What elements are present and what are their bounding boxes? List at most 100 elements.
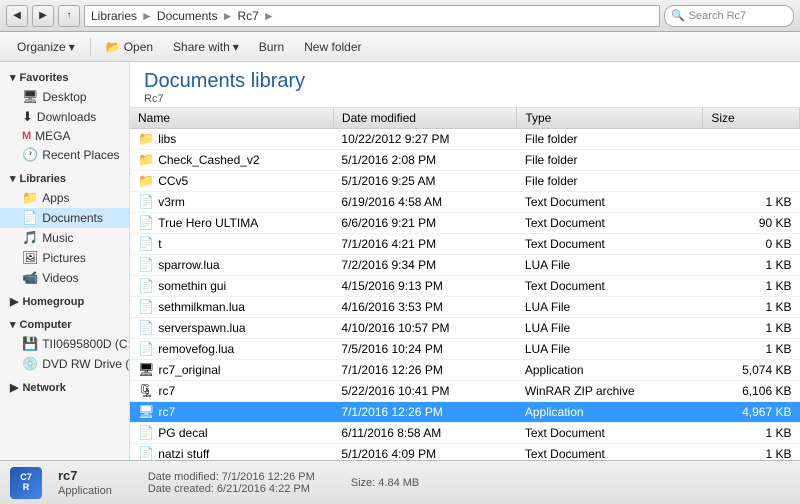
library-sub: Rc7 [144, 93, 786, 105]
table-row[interactable]: 🗜 rc7 5/22/2016 10:41 PM WinRAR ZIP arch… [130, 381, 800, 402]
file-date: 4/10/2016 10:57 PM [333, 318, 516, 339]
file-icon: 📁 [138, 152, 154, 168]
favorites-header[interactable]: ▾ Favorites [0, 68, 129, 87]
sidebar-item-recent-places[interactable]: 🕐 Recent Places [0, 145, 129, 165]
table-header-row: Name Date modified Type Size [130, 108, 800, 129]
sidebar-item-videos[interactable]: 📹 Videos [0, 268, 129, 288]
file-type: Text Document [517, 213, 703, 234]
table-row[interactable]: 📄 serverspawn.lua 4/10/2016 10:57 PM LUA… [130, 318, 800, 339]
file-date: 6/6/2016 9:21 PM [333, 213, 516, 234]
table-row[interactable]: 📄 removefog.lua 7/5/2016 10:24 PM LUA Fi… [130, 339, 800, 360]
share-with-button[interactable]: Share with ▾ [164, 37, 248, 57]
file-size [703, 171, 800, 192]
table-row[interactable]: 📄 sethmilkman.lua 4/16/2016 3:53 PM LUA … [130, 297, 800, 318]
table-row[interactable]: 📁 CCv5 5/1/2016 9:25 AM File folder [130, 171, 800, 192]
file-date: 5/1/2016 4:09 PM [333, 444, 516, 461]
table-row[interactable]: 📄 natzi stuff 5/1/2016 4:09 PM Text Docu… [130, 444, 800, 461]
sidebar-item-dvd[interactable]: 💿 DVD RW Drive (D:) C [0, 354, 129, 374]
file-icon: 📄 [138, 278, 154, 294]
table-row[interactable]: 📁 libs 10/22/2012 9:27 PM File folder [130, 129, 800, 150]
computer-header[interactable]: ▾ Computer [0, 315, 129, 334]
open-button[interactable]: 📂 Open [97, 37, 162, 57]
table-row[interactable]: 🖥 rc7_original 7/1/2016 12:26 PM Applica… [130, 360, 800, 381]
table-row[interactable]: 📄 t 7/1/2016 4:21 PM Text Document 0 KB [130, 234, 800, 255]
sidebar: ▾ Favorites 🖥 Desktop ⬇ Downloads M MEGA… [0, 62, 130, 460]
videos-icon: 📹 [22, 270, 38, 286]
file-icon: 🖥 [138, 404, 155, 420]
table-row[interactable]: 🖥 rc7 7/1/2016 12:26 PM Application 4,96… [130, 402, 800, 423]
sidebar-item-desktop[interactable]: 🖥 Desktop [0, 87, 129, 107]
file-name-cell: 🗜 rc7 [130, 381, 333, 402]
table-row[interactable]: 📁 Check_Cashed_v2 5/1/2016 2:08 PM File … [130, 150, 800, 171]
search-box[interactable]: 🔍 Search Rc7 [664, 5, 794, 27]
folder-icon: 📁 [22, 190, 38, 206]
network-section: ▶ Network [0, 378, 129, 397]
file-icon: 📄 [138, 236, 154, 252]
table-row[interactable]: 📄 sparrow.lua 7/2/2016 9:34 PM LUA File … [130, 255, 800, 276]
table-row[interactable]: 📄 True Hero ULTIMA 6/6/2016 9:21 PM Text… [130, 213, 800, 234]
file-size: 6,106 KB [703, 381, 800, 402]
content-area: Documents library Rc7 Name Date modified… [130, 62, 800, 460]
file-size: 1 KB [703, 423, 800, 444]
status-file-icon: C7R [10, 467, 42, 499]
file-name-cell: 📁 Check_Cashed_v2 [130, 150, 333, 171]
file-size: 1 KB [703, 276, 800, 297]
file-date: 7/2/2016 9:34 PM [333, 255, 516, 276]
breadcrumb-rc7: Rc7 [238, 9, 259, 23]
file-name: rc7 [159, 405, 176, 419]
file-size [703, 150, 800, 171]
file-type: File folder [517, 171, 703, 192]
sidebar-item-mega[interactable]: M MEGA [0, 127, 129, 145]
clock-icon: 🕐 [22, 147, 38, 163]
file-type: Text Document [517, 276, 703, 297]
file-name: Check_Cashed_v2 [158, 153, 259, 167]
file-size: 1 KB [703, 192, 800, 213]
file-date: 6/11/2016 8:58 AM [333, 423, 516, 444]
file-date: 4/15/2016 9:13 PM [333, 276, 516, 297]
table-row[interactable]: 📄 somethin gui 4/15/2016 9:13 PM Text Do… [130, 276, 800, 297]
col-header-date[interactable]: Date modified [333, 108, 516, 129]
col-header-type[interactable]: Type [517, 108, 703, 129]
burn-button[interactable]: Burn [250, 37, 293, 57]
sidebar-item-pictures[interactable]: 🖼 Pictures [0, 248, 129, 268]
main-area: ▾ Favorites 🖥 Desktop ⬇ Downloads M MEGA… [0, 62, 800, 460]
network-header[interactable]: ▶ Network [0, 378, 129, 397]
table-row[interactable]: 📄 v3rm 6/19/2016 4:58 AM Text Document 1… [130, 192, 800, 213]
sidebar-item-downloads[interactable]: ⬇ Downloads [0, 107, 129, 127]
file-name: removefog.lua [158, 342, 234, 356]
file-date: 7/1/2016 4:21 PM [333, 234, 516, 255]
sidebar-item-c-drive[interactable]: 💾 TII0695800D (C:) [0, 334, 129, 354]
file-type: WinRAR ZIP archive [517, 381, 703, 402]
sidebar-item-music[interactable]: 🎵 Music [0, 228, 129, 248]
drive-icon: 💾 [22, 336, 38, 352]
organize-button[interactable]: Organize ▾ [8, 37, 84, 57]
file-icon: 🗜 [138, 383, 155, 399]
status-file-type: Application [58, 485, 112, 497]
col-header-size[interactable]: Size [703, 108, 800, 129]
chevron-icon-comp: ▾ [10, 318, 16, 331]
breadcrumb-libraries: Libraries [91, 9, 137, 23]
file-icon: 📄 [138, 194, 154, 210]
back-button[interactable]: ◀ [6, 5, 28, 27]
pictures-icon: 🖼 [22, 250, 39, 266]
forward-button[interactable]: ▶ [32, 5, 54, 27]
up-button[interactable]: ↑ [58, 5, 80, 27]
file-type: LUA File [517, 339, 703, 360]
table-row[interactable]: 📄 PG decal 6/11/2016 8:58 AM Text Docume… [130, 423, 800, 444]
libraries-header[interactable]: ▾ Libraries [0, 169, 129, 188]
file-icon: 📄 [138, 215, 154, 231]
homegroup-header[interactable]: ▶ Homegroup [0, 292, 129, 311]
file-name-cell: 📄 sethmilkman.lua [130, 297, 333, 318]
file-name: natzi stuff [158, 447, 209, 460]
new-folder-button[interactable]: New folder [295, 37, 370, 57]
breadcrumb[interactable]: Libraries ► Documents ► Rc7 ► [84, 5, 660, 27]
col-header-name[interactable]: Name [130, 108, 333, 129]
sidebar-item-apps[interactable]: 📁 Apps [0, 188, 129, 208]
file-icon: 🖥 [138, 362, 155, 378]
file-size: 1 KB [703, 444, 800, 461]
file-name-cell: 📄 True Hero ULTIMA [130, 213, 333, 234]
sidebar-item-documents[interactable]: 📄 Documents [0, 208, 129, 228]
file-name: PG decal [158, 426, 207, 440]
chevron-icon-lib: ▾ [10, 172, 16, 185]
file-icon: 📁 [138, 131, 154, 147]
